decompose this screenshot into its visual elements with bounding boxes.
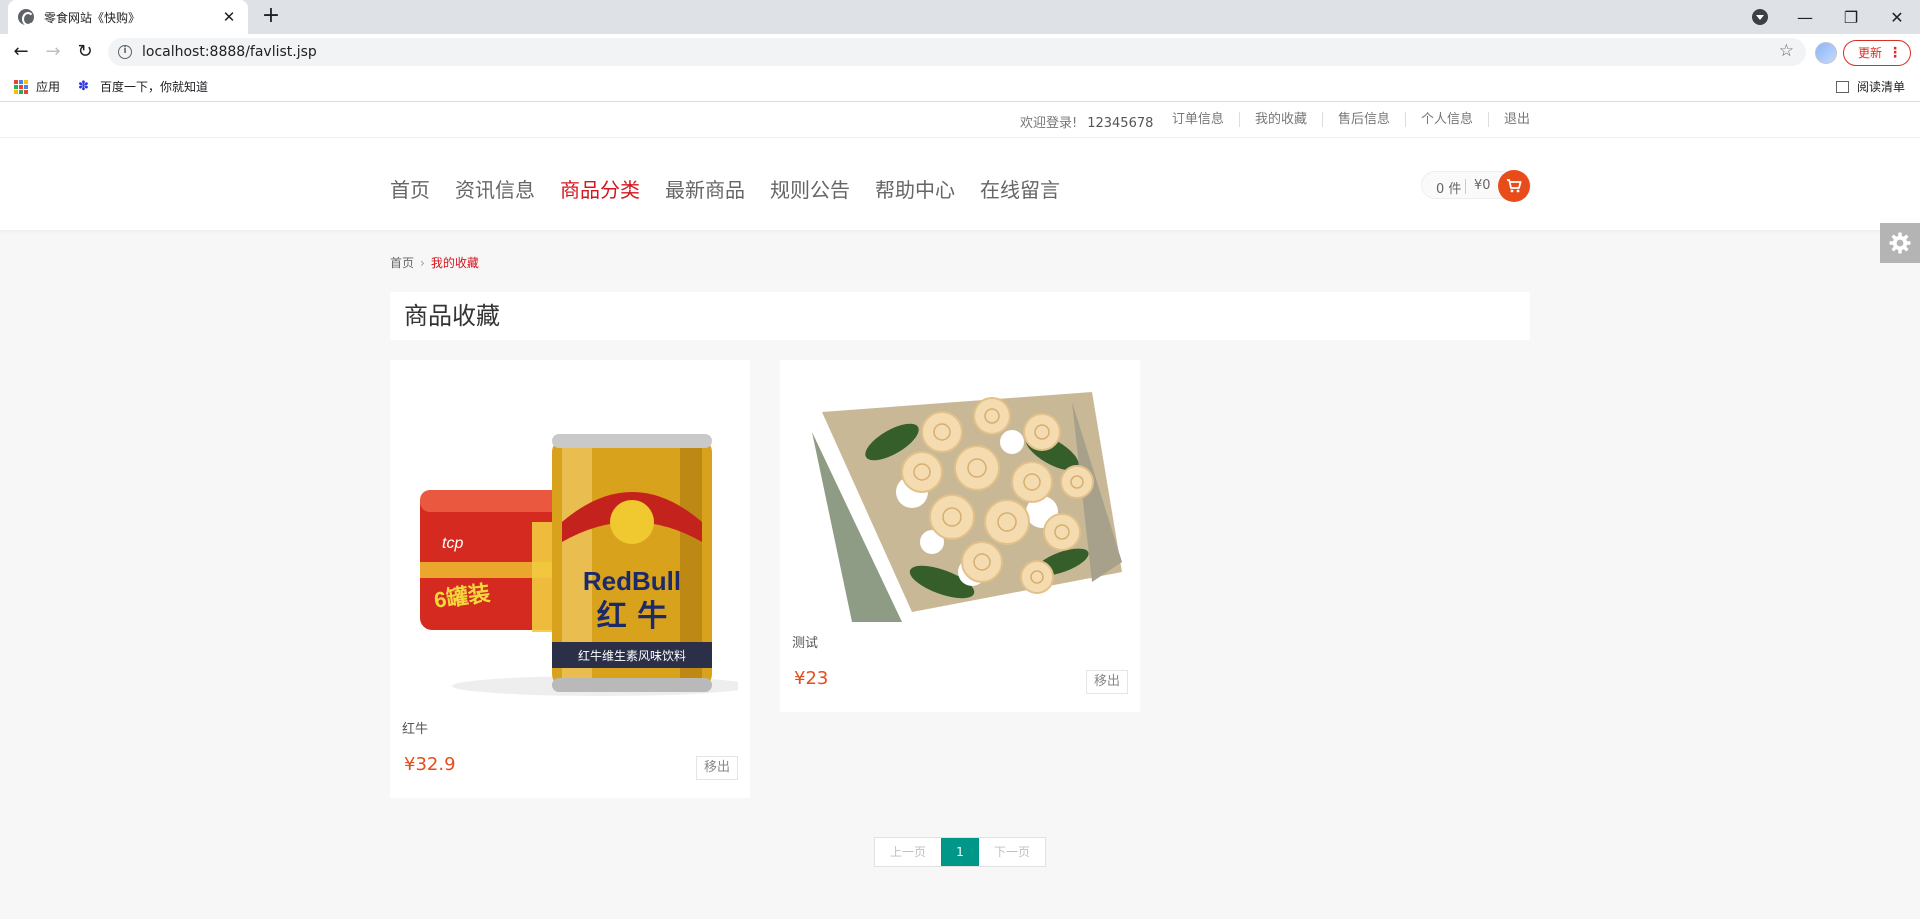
page: 欢迎登录! 12345678 订单信息 我的收藏 售后信息 个人信息 退出 首页 … [0,102,1920,919]
product-image[interactable]: tcp 6罐装 RedBull 红 牛 红牛维生素风味饮料 [402,372,738,708]
can-chinese-text: 红 牛 [597,599,667,634]
bookmark-apps[interactable]: 应用 [14,78,60,95]
settings-gear-button[interactable] [1880,223,1920,263]
breadcrumb: 首页 › 我的收藏 [390,254,479,271]
svg-text:tcp: tcp [442,535,463,552]
pagination-prev[interactable]: 上一页 [875,838,941,866]
cart-amount: ¥0 [1474,178,1491,193]
reading-list-label: 阅读清单 [1857,80,1906,94]
bookmark-label: 百度一下，你就知道 [100,80,209,94]
top-user-bar: 欢迎登录! 12345678 订单信息 我的收藏 售后信息 个人信息 退出 [0,102,1920,138]
more-menu-icon: ⋮ [1888,45,1902,61]
pagination: 上一页 1 下一页 [874,837,1046,867]
nav-item-categories[interactable]: 商品分类 [560,174,640,203]
remove-favorite-button[interactable]: 移出 [1086,670,1128,694]
tab-close-icon[interactable]: ✕ [220,8,238,26]
reading-list-icon [1836,80,1849,93]
can-brand-text: RedBull [583,566,681,596]
forward-button[interactable]: → [41,40,65,64]
link-logout[interactable]: 退出 [1487,112,1530,127]
pagination-page[interactable]: 1 [941,838,979,866]
tab-title: 零食网站《快购》 [44,10,141,25]
link-after-sales[interactable]: 售后信息 [1321,112,1405,127]
url-text[interactable]: localhost:8888/favlist.jsp [142,44,317,60]
cart-icon[interactable] [1498,170,1530,202]
cart-count: 0 件 [1436,182,1462,197]
browser-tab[interactable]: 零食网站《快购》 ✕ [8,0,248,34]
link-favorites[interactable]: 我的收藏 [1238,112,1322,127]
breadcrumb-current: 我的收藏 [430,256,479,270]
breadcrumb-home[interactable]: 首页 [390,256,414,270]
address-bar[interactable]: i localhost:8888/favlist.jsp ☆ [108,38,1806,66]
product-price: ¥23 [794,668,829,689]
can-label-text: 红牛维生素风味饮料 [578,648,686,663]
window-close-button[interactable]: ✕ [1874,0,1920,34]
browser-toolbar: ← → ↻ i localhost:8888/favlist.jsp ☆ 更新 … [0,34,1920,70]
nav-item-help[interactable]: 帮助中心 [875,174,955,203]
restore-button[interactable]: ❐ [1828,0,1874,34]
browser-tabstrip: 零食网站《快购》 ✕ + — ❐ ✕ [0,0,1920,34]
back-button[interactable]: ← [9,40,33,64]
welcome-text: 欢迎登录! 12345678 [1020,112,1153,131]
product-card[interactable]: tcp 6罐装 RedBull 红 牛 红牛维生素风味饮料 红牛 ¥32.9 移… [390,360,750,798]
product-card[interactable]: 测试 ¥23 移出 [780,360,1140,712]
bookmark-label: 应用 [36,80,61,94]
username: 12345678 [1087,116,1154,131]
top-links: 订单信息 我的收藏 售后信息 个人信息 退出 [1157,112,1530,127]
site-info-icon[interactable]: i [118,45,132,59]
link-orders[interactable]: 订单信息 [1157,112,1239,127]
update-button[interactable]: 更新 ⋮ [1843,40,1911,66]
nav-item-news[interactable]: 资讯信息 [455,174,535,203]
baidu-paw-icon: ✽ [78,78,89,94]
nav-item-home[interactable]: 首页 [390,174,430,203]
gear-icon [1889,232,1911,254]
site-header: 首页 资讯信息 商品分类 最新商品 规则公告 帮助中心 在线留言 0 件 ¥0 [0,138,1920,230]
nav-item-notices[interactable]: 规则公告 [770,174,850,203]
reading-list-button[interactable]: 阅读清单 [1836,78,1905,95]
tab-search-icon[interactable] [1752,9,1768,25]
bookmark-star-icon[interactable]: ☆ [1779,41,1794,61]
bookmark-baidu[interactable]: ✽ 百度一下，你就知道 [78,78,208,95]
pagination-next[interactable]: 下一页 [979,838,1045,866]
section-title: 商品收藏 [390,292,1530,340]
cart-divider [1465,179,1466,194]
product-price: ¥32.9 [404,754,456,775]
nav-item-new-products[interactable]: 最新商品 [665,174,745,203]
remove-favorite-button[interactable]: 移出 [696,756,738,780]
bookmarks-bar: 应用 ✽ 百度一下，你就知道 阅读清单 [0,70,1920,102]
profile-avatar[interactable] [1815,42,1837,64]
reload-button[interactable]: ↻ [73,40,97,64]
nav-item-messages[interactable]: 在线留言 [980,174,1060,203]
update-label: 更新 [1858,46,1883,60]
apps-grid-icon [14,79,28,94]
link-profile[interactable]: 个人信息 [1404,112,1488,127]
product-name[interactable]: 测试 [792,632,818,651]
welcome-label: 欢迎登录! [1020,116,1078,131]
minimize-button[interactable]: — [1782,0,1828,34]
product-name[interactable]: 红牛 [402,718,428,737]
new-tab-button[interactable]: + [258,4,284,30]
globe-icon [18,9,34,26]
breadcrumb-separator: › [420,256,425,270]
product-image[interactable] [792,372,1128,636]
main-nav: 首页 资讯信息 商品分类 最新商品 规则公告 帮助中心 在线留言 [390,174,1085,203]
